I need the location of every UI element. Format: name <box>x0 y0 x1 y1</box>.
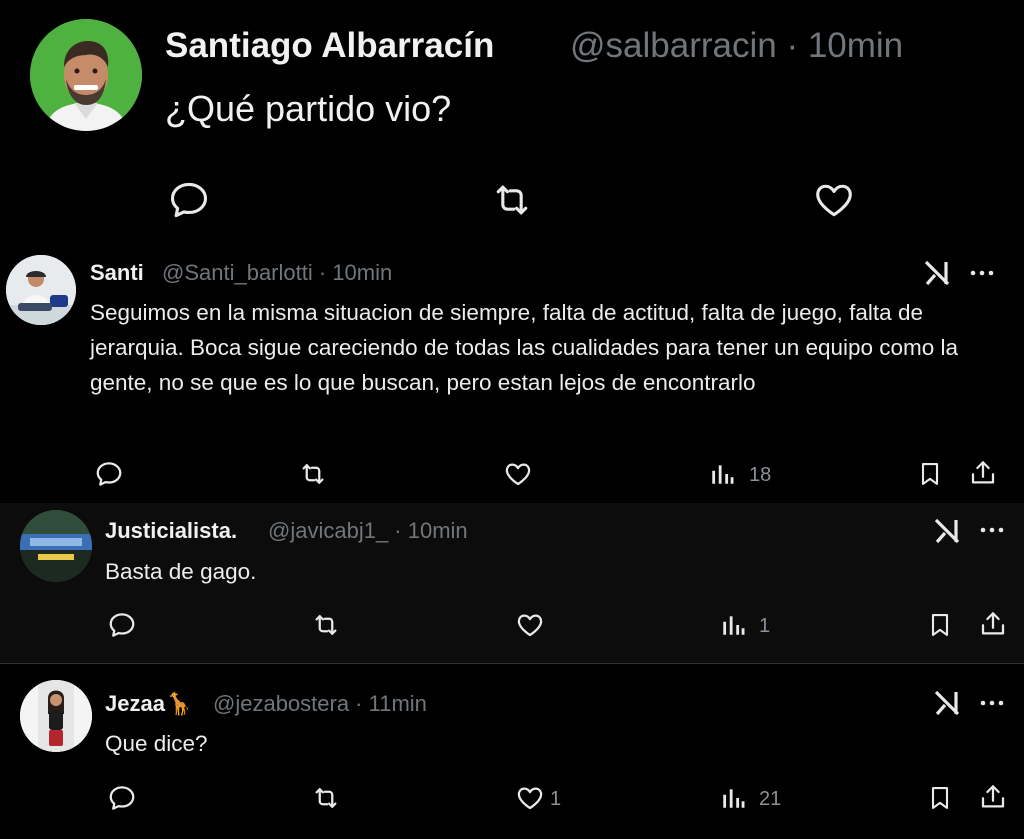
grok-icon[interactable] <box>922 259 952 287</box>
more-icon[interactable] <box>979 520 1005 540</box>
divider <box>0 663 1024 664</box>
reply-text: Basta de gago. <box>105 559 257 584</box>
share-icon[interactable] <box>978 782 1008 812</box>
bookmark-icon[interactable] <box>926 610 954 640</box>
reply-author-avatar[interactable] <box>20 680 92 752</box>
views-count: 1 <box>759 615 771 637</box>
main-post-meta: @salbarracin · 10min <box>570 26 904 65</box>
share-icon[interactable] <box>978 609 1008 639</box>
likes-count: 1 <box>550 788 562 810</box>
reply-author-name[interactable]: Justicialista. <box>105 518 237 544</box>
reply-icon[interactable] <box>94 459 124 489</box>
reply-meta: @Santi_barlotti · 10min <box>162 260 393 285</box>
like-icon[interactable] <box>503 459 533 489</box>
repost-icon[interactable] <box>311 783 341 813</box>
views-count: 21 <box>759 788 782 810</box>
reply-icon[interactable] <box>107 783 137 813</box>
views-icon[interactable] <box>720 612 746 638</box>
reply-author-name[interactable]: Santi <box>90 260 144 286</box>
grok-icon[interactable] <box>932 517 962 545</box>
main-author-name[interactable]: Santiago Albarracín <box>165 26 494 66</box>
main-post-text: ¿Qué partido vio? <box>165 88 452 129</box>
reply-meta: @javicabj1_ · 10min <box>268 518 468 543</box>
reply-text: Seguimos en la misma situacion de siempr… <box>90 300 959 395</box>
views-icon[interactable] <box>720 785 746 811</box>
repost-icon[interactable] <box>490 178 534 222</box>
repost-icon[interactable] <box>298 459 328 489</box>
reply-icon[interactable] <box>167 178 211 222</box>
reply-author-name[interactable]: Jezaa🦒 <box>105 691 192 717</box>
more-icon[interactable] <box>969 263 995 283</box>
like-icon[interactable] <box>515 783 545 813</box>
share-icon[interactable] <box>968 458 998 488</box>
bookmark-icon[interactable] <box>926 783 954 813</box>
bookmark-icon[interactable] <box>916 459 944 489</box>
reply-text: Que dice? <box>105 731 208 756</box>
main-author-avatar[interactable] <box>30 19 142 131</box>
reply-meta: @jezabostera · 11min <box>213 691 427 716</box>
grok-icon[interactable] <box>932 689 962 717</box>
reply-author-avatar[interactable] <box>20 510 92 582</box>
reply-author-avatar[interactable] <box>6 255 76 325</box>
views-icon[interactable] <box>709 461 735 487</box>
repost-icon[interactable] <box>311 610 341 640</box>
like-icon[interactable] <box>812 178 856 222</box>
like-icon[interactable] <box>515 610 545 640</box>
views-count: 18 <box>749 464 772 486</box>
more-icon[interactable] <box>979 693 1005 713</box>
reply-icon[interactable] <box>107 610 137 640</box>
